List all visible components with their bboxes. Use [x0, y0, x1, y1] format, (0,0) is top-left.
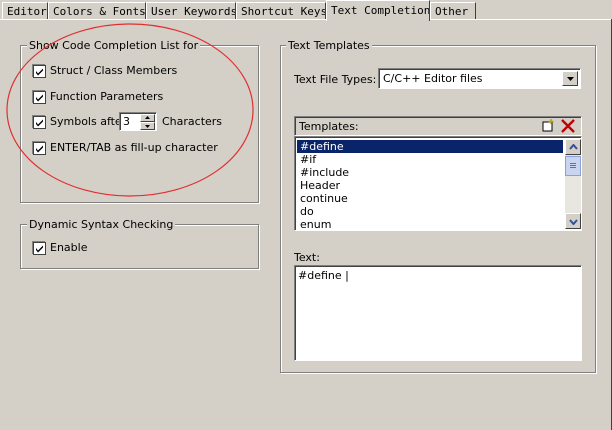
scroll-thumb[interactable]: [565, 156, 581, 176]
tab-colors-fonts[interactable]: Colors & Fonts: [48, 2, 146, 19]
template-text-value: #define |: [298, 269, 349, 282]
annotation-ellipse: [6, 23, 254, 197]
scroll-down-button[interactable]: [565, 213, 581, 229]
new-item-icon: [542, 119, 554, 132]
tab-shortcut-keys[interactable]: Shortcut Keys: [236, 2, 326, 19]
list-item[interactable]: #include: [297, 166, 563, 179]
scroll-up-button[interactable]: [565, 139, 581, 155]
templates-group-title: Text Templates: [286, 39, 372, 52]
arrow-up-icon: [569, 144, 578, 150]
syntax-group-title: Dynamic Syntax Checking: [27, 218, 176, 231]
enable-label: Enable: [50, 241, 88, 254]
template-text-area[interactable]: #define |: [294, 265, 582, 361]
list-item[interactable]: #if: [297, 153, 563, 166]
tab-text-completion[interactable]: Text Completion: [326, 0, 430, 21]
templates-list[interactable]: #define #if #include Header continue do …: [294, 136, 582, 231]
tab-editor[interactable]: Editor: [2, 2, 48, 19]
text-label: Text:: [294, 251, 320, 264]
tab-strip: Editor Colors & Fonts User Keywords Shor…: [0, 0, 612, 21]
templates-items: #define #if #include Header continue do …: [297, 140, 563, 231]
list-item[interactable]: enum: [297, 218, 563, 231]
arrow-down-icon: [569, 219, 578, 225]
templates-header: Templates:: [294, 116, 582, 136]
file-types-label: Text File Types:: [294, 73, 377, 86]
tab-other[interactable]: Other: [430, 2, 476, 19]
delete-icon: [561, 119, 575, 133]
delete-template-button[interactable]: [560, 119, 576, 133]
list-scrollbar[interactable]: [565, 139, 581, 229]
templates-label: Templates:: [299, 120, 359, 133]
list-item[interactable]: #define: [297, 140, 563, 153]
check-icon: [36, 245, 43, 253]
dropdown-button[interactable]: [562, 71, 578, 86]
file-types-value: C/C++ Editor files: [383, 72, 483, 85]
chevron-down-icon: [567, 77, 574, 81]
tab-user-keywords[interactable]: User Keywords: [146, 2, 236, 19]
file-types-select[interactable]: C/C++ Editor files: [378, 68, 581, 89]
new-template-button[interactable]: [540, 119, 556, 133]
list-item[interactable]: do: [297, 205, 563, 218]
list-item[interactable]: continue: [297, 192, 563, 205]
list-item[interactable]: Header: [297, 179, 563, 192]
enable-checkbox[interactable]: [33, 242, 46, 255]
